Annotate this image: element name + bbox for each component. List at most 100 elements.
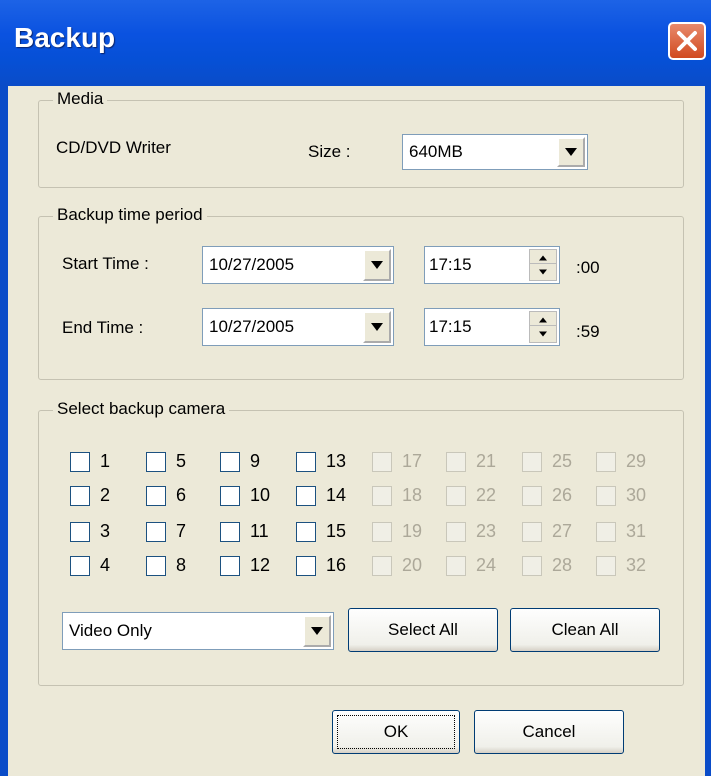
- spin-down-icon: [539, 331, 547, 337]
- camera-checkbox-label: 21: [476, 451, 497, 471]
- window-frame-left: [0, 86, 8, 776]
- camera-checkbox[interactable]: [146, 522, 166, 542]
- camera-checkbox-label: 4: [100, 555, 111, 575]
- end-seconds: :59: [576, 322, 600, 341]
- camera-checkbox-label: 32: [626, 555, 647, 575]
- camera-checkbox-label: 8: [176, 555, 187, 575]
- camera-checkbox: [446, 452, 466, 472]
- camera-checkbox-label: 3: [100, 521, 111, 541]
- camera-checkbox-label: 26: [552, 485, 573, 505]
- camera-checkbox-label: 10: [250, 485, 271, 505]
- chevron-down-icon: [371, 323, 383, 331]
- camera-checkbox-label: 2: [100, 485, 111, 505]
- backup-mode-select[interactable]: Video Only: [62, 612, 334, 650]
- select-all-button[interactable]: Select All: [348, 608, 498, 652]
- camera-checkbox[interactable]: [296, 556, 316, 576]
- camera-checkbox-label: 31: [626, 521, 647, 541]
- camera-checkbox: [446, 522, 466, 542]
- camera-checkbox-label: 19: [402, 521, 423, 541]
- camera-checkbox: [372, 556, 392, 576]
- camera-checkbox: [372, 486, 392, 506]
- camera-checkbox: [446, 556, 466, 576]
- backup-mode-dropdown[interactable]: [303, 615, 331, 647]
- start-date-picker[interactable]: 10/27/2005: [202, 246, 394, 284]
- size-select[interactable]: 640MB: [402, 134, 588, 170]
- camera-checkbox-label: 27: [552, 521, 573, 541]
- camera-checkbox[interactable]: [146, 452, 166, 472]
- camera-checkbox[interactable]: [146, 556, 166, 576]
- camera-checkbox-label: 7: [176, 521, 187, 541]
- camera-checkbox[interactable]: [296, 486, 316, 506]
- title-bar[interactable]: Backup: [0, 0, 711, 86]
- camera-checkbox[interactable]: [146, 486, 166, 506]
- start-time-label: Start Time :: [62, 254, 149, 273]
- size-value: 640MB: [409, 142, 463, 161]
- end-date-value: 10/27/2005: [209, 317, 295, 336]
- camera-group-label: Select backup camera: [53, 399, 230, 419]
- camera-checkbox: [522, 522, 542, 542]
- end-time-spinner[interactable]: 17:15: [424, 308, 560, 346]
- size-dropdown-button[interactable]: [557, 137, 585, 167]
- camera-checkbox[interactable]: [296, 452, 316, 472]
- end-date-dropdown[interactable]: [363, 311, 391, 343]
- media-device-label: CD/DVD Writer: [56, 138, 171, 157]
- camera-checkbox[interactable]: [220, 556, 240, 576]
- camera-checkbox-label: 18: [402, 485, 423, 505]
- start-seconds: :00: [576, 258, 600, 277]
- camera-checkbox[interactable]: [70, 556, 90, 576]
- camera-checkbox: [522, 556, 542, 576]
- camera-checkbox[interactable]: [296, 522, 316, 542]
- ok-button[interactable]: OK: [332, 710, 460, 754]
- camera-checkbox-label: 13: [326, 451, 347, 471]
- camera-checkbox-label: 17: [402, 451, 423, 471]
- end-date-picker[interactable]: 10/27/2005: [202, 308, 394, 346]
- camera-checkbox[interactable]: [70, 452, 90, 472]
- start-time-spinner[interactable]: 17:15: [424, 246, 560, 284]
- camera-checkbox-label: 14: [326, 485, 347, 505]
- camera-checkbox: [372, 522, 392, 542]
- media-group-label: Media: [53, 89, 108, 109]
- ok-label: OK: [383, 722, 409, 741]
- camera-checkbox-label: 20: [402, 555, 423, 575]
- camera-checkbox: [522, 452, 542, 472]
- camera-checkbox-label: 16: [326, 555, 347, 575]
- camera-checkbox-label: 25: [552, 451, 573, 471]
- camera-checkbox[interactable]: [70, 522, 90, 542]
- close-button[interactable]: [668, 22, 706, 60]
- close-icon: [677, 31, 697, 51]
- backup-mode-value: Video Only: [69, 621, 152, 640]
- camera-checkbox-label: 12: [250, 555, 271, 575]
- camera-checkbox: [372, 452, 392, 472]
- spin-down-icon: [539, 269, 547, 275]
- camera-checkbox[interactable]: [70, 486, 90, 506]
- chevron-down-icon: [311, 627, 323, 635]
- start-time-down[interactable]: [529, 263, 557, 281]
- camera-checkbox[interactable]: [220, 452, 240, 472]
- camera-checkbox-label: 22: [476, 485, 497, 505]
- select-all-label: Select All: [388, 620, 458, 639]
- camera-checkbox-label: 6: [176, 485, 187, 505]
- camera-checkbox-label: 28: [552, 555, 573, 575]
- clean-all-label: Clean All: [551, 620, 619, 639]
- end-time-down[interactable]: [529, 325, 557, 343]
- clean-all-button[interactable]: Clean All: [510, 608, 660, 652]
- camera-checkbox-label: 24: [476, 555, 497, 575]
- camera-checkbox-label: 11: [250, 521, 269, 541]
- camera-checkbox: [522, 486, 542, 506]
- period-group-label: Backup time period: [53, 205, 207, 225]
- start-date-dropdown[interactable]: [363, 249, 391, 281]
- spin-up-icon: [539, 317, 547, 323]
- size-label: Size :: [308, 142, 351, 161]
- window-title: Backup: [14, 22, 116, 53]
- cancel-button[interactable]: Cancel: [474, 710, 624, 754]
- end-time-value: 17:15: [429, 317, 472, 336]
- camera-checkbox: [596, 556, 616, 576]
- camera-checkbox: [596, 522, 616, 542]
- start-date-value: 10/27/2005: [209, 255, 295, 274]
- period-group: Backup time period: [38, 205, 684, 380]
- window-frame-right: [705, 86, 711, 776]
- camera-checkbox[interactable]: [220, 486, 240, 506]
- camera-checkbox-label: 9: [250, 451, 261, 471]
- camera-checkbox[interactable]: [220, 522, 240, 542]
- camera-checkbox: [446, 486, 466, 506]
